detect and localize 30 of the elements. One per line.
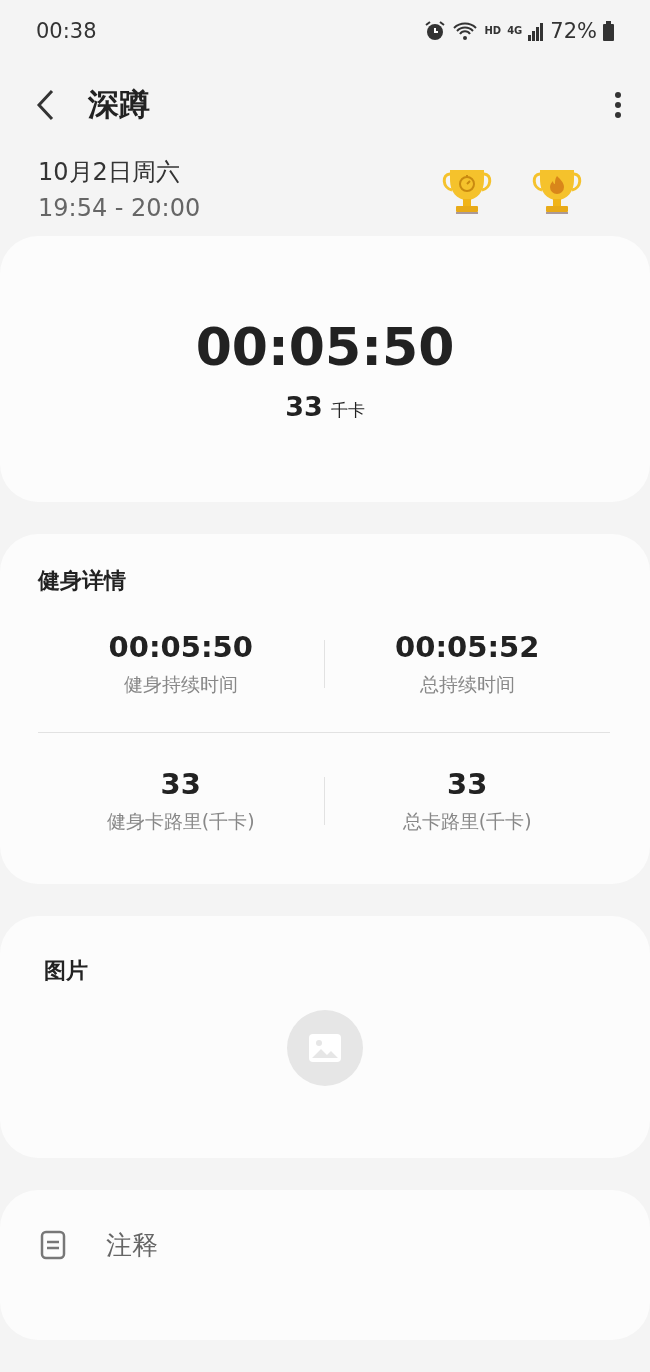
notes-card[interactable]: 注释 <box>0 1190 650 1340</box>
back-icon <box>36 88 56 121</box>
status-time: 00:38 <box>36 18 97 43</box>
note-icon <box>40 1230 66 1260</box>
section-title: 健身详情 <box>38 567 127 595</box>
notes-label: 注释 <box>106 1228 158 1262</box>
stat-value: 33 <box>447 767 488 801</box>
network-type: 4G <box>507 25 523 37</box>
more-options-icon <box>614 90 622 119</box>
stat-label: 总持续时间 <box>419 672 515 697</box>
alarm-icon <box>424 19 447 42</box>
network-label: HD <box>484 25 502 37</box>
workout-date: 10月2日周六 <box>38 157 181 189</box>
calories-value: 33 <box>285 390 323 422</box>
signal-icon <box>528 20 545 41</box>
battery-percent: 72% <box>550 18 597 43</box>
stat-value: 00:05:50 <box>108 630 253 664</box>
workout-time-range: 19:54 - 20:00 <box>38 194 201 223</box>
battery-icon <box>603 20 614 41</box>
stat-value: 33 <box>160 767 201 801</box>
stat-value: 00:05:52 <box>395 630 540 664</box>
section-title: 图片 <box>44 957 89 985</box>
calories-unit: 千卡 <box>330 398 365 422</box>
total-duration: 00:05:50 <box>195 316 455 377</box>
image-icon <box>308 1033 342 1063</box>
stat-label: 健身卡路里(千卡) <box>106 809 255 834</box>
wifi-icon <box>452 20 479 41</box>
stat-label: 健身持续时间 <box>123 672 238 697</box>
stat-label: 总卡路里(千卡) <box>402 809 532 834</box>
page-title: 深蹲 <box>88 84 150 124</box>
